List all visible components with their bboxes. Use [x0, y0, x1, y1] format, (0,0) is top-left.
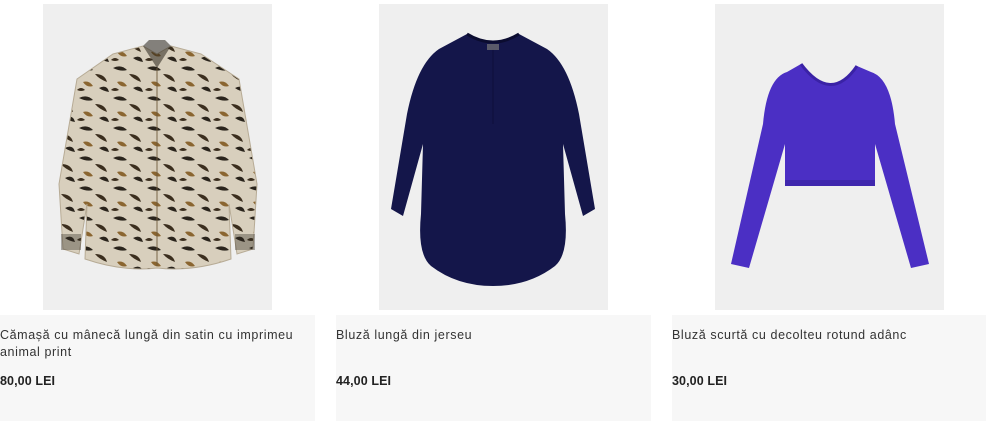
- product-info: Bluză scurtă cu decolteu rotund adânc 30…: [672, 315, 986, 421]
- product-image[interactable]: [715, 4, 944, 310]
- product-name[interactable]: Bluză lungă din jerseu: [336, 327, 636, 344]
- product-grid: Cămașă cu mânecă lungă din satin cu impr…: [0, 0, 986, 421]
- product-price: 30,00 LEI: [672, 374, 728, 388]
- product-price: 44,00 LEI: [336, 374, 392, 388]
- leopard-shirt-image: [58, 40, 258, 270]
- product-price: 80,00 LEI: [0, 374, 56, 388]
- product-image[interactable]: [379, 4, 608, 310]
- product-info: Cămașă cu mânecă lungă din satin cu impr…: [0, 315, 315, 421]
- product-card[interactable]: Cămașă cu mânecă lungă din satin cu impr…: [0, 0, 315, 421]
- product-info: Bluză lungă din jerseu 44,00 LEI: [336, 315, 651, 421]
- product-card[interactable]: Bluză lungă din jerseu 44,00 LEI: [336, 0, 651, 421]
- product-name[interactable]: Cămașă cu mânecă lungă din satin cu impr…: [0, 327, 300, 361]
- navy-blouse-image: [391, 32, 595, 286]
- product-image[interactable]: [43, 4, 272, 310]
- product-name[interactable]: Bluză scurtă cu decolteu rotund adânc: [672, 327, 972, 344]
- purple-top-image: [731, 63, 929, 268]
- product-card[interactable]: Bluză scurtă cu decolteu rotund adânc 30…: [672, 0, 986, 421]
